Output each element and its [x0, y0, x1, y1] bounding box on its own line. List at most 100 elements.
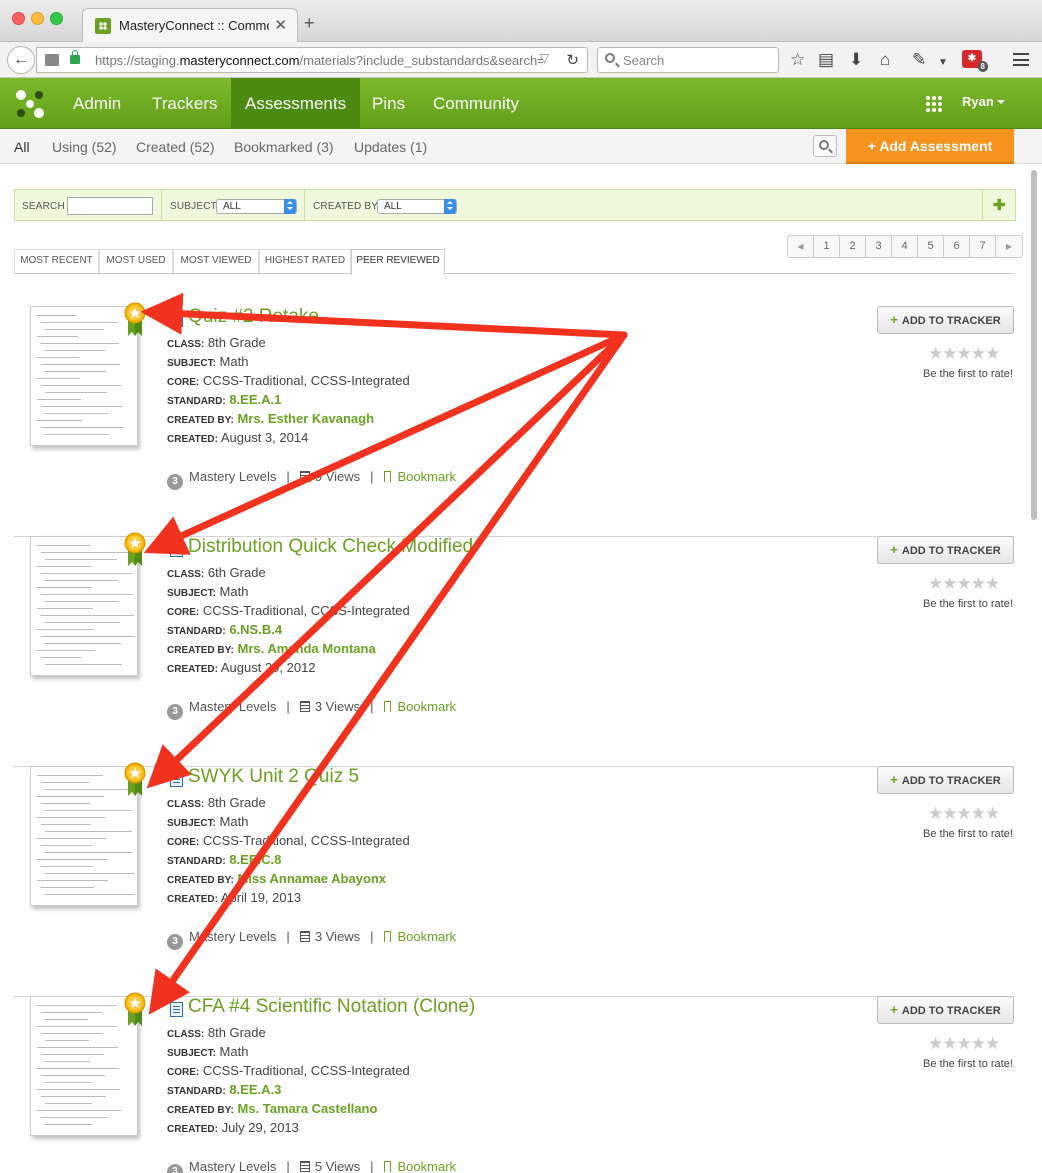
peer-reviewed-badge-icon [124, 532, 146, 566]
subnav-all[interactable]: All [14, 139, 30, 155]
new-tab-icon[interactable]: + [304, 13, 315, 34]
reload-icon[interactable]: ↻ [566, 51, 579, 69]
author-link[interactable]: Miss Annamae Abayonx [237, 871, 386, 886]
standard-label: STANDARD: [167, 626, 226, 637]
zoom-window-button[interactable] [50, 12, 63, 25]
footer-divider: | [286, 929, 290, 944]
mastery-levels-label: Mastery Levels [189, 1159, 277, 1173]
extension-dropdown-icon[interactable]: ▼ [938, 53, 948, 73]
subnav-created[interactable]: Created (52) [136, 139, 215, 155]
tab-most-viewed[interactable]: MOST VIEWED [173, 249, 259, 273]
extension-badge-icon[interactable]: ✱ 8 [962, 50, 988, 72]
url-bar[interactable]: https://staging.masteryconnect.com/mater… [36, 47, 588, 73]
assessment-thumbnail[interactable] [30, 996, 138, 1136]
thumbnail-text-line [41, 1012, 102, 1013]
add-assessment-button[interactable]: + Add Assessment [846, 129, 1014, 164]
tab-highest-rated[interactable]: HIGHEST RATED [259, 249, 351, 273]
add-to-tracker-button[interactable]: + ADD TO TRACKER [877, 306, 1014, 334]
subnav-using[interactable]: Using (52) [52, 139, 117, 155]
rating-stars[interactable]: ★★★★★ [928, 804, 1000, 824]
extension-icon[interactable]: ✎ [912, 50, 926, 70]
standard-link[interactable]: 8.EE.A.3 [229, 1082, 281, 1097]
assessment-thumbnail[interactable] [30, 306, 138, 446]
rate-prompt: Be the first to rate! [923, 828, 1013, 840]
subnav-search-button[interactable] [813, 135, 837, 157]
subject-value: Math [219, 354, 249, 369]
thumbnail-text-line [41, 1117, 107, 1118]
browser-tab[interactable]: MasteryConnect :: Commo... ✕ [82, 8, 298, 42]
author-link[interactable]: Ms. Tamara Castellano [237, 1101, 377, 1116]
plus-icon: + [890, 1002, 898, 1017]
bookmark-link[interactable]: Bookmark [398, 469, 457, 484]
download-icon[interactable]: ⬇ [849, 50, 863, 70]
rating-stars[interactable]: ★★★★★ [928, 1034, 1000, 1054]
close-window-button[interactable] [12, 12, 25, 25]
assessment-title[interactable]: SWYK Unit 2 Quiz 5 [188, 766, 359, 788]
masteryconnect-favicon-icon [95, 18, 111, 34]
page-info-icon[interactable] [45, 54, 59, 66]
thumbnail-text-line [41, 406, 122, 407]
add-to-tracker-button[interactable]: + ADD TO TRACKER [877, 766, 1014, 794]
bookmark-link[interactable]: Bookmark [398, 1159, 457, 1173]
reading-list-icon[interactable]: ▤ [818, 50, 834, 70]
thumbnail-text-line [41, 845, 92, 846]
author-link[interactable]: Mrs. Esther Kavanagh [237, 411, 374, 426]
assessment-thumbnail[interactable] [30, 766, 138, 906]
standard-link[interactable]: 6.NS.B.4 [229, 622, 282, 637]
bookmark-link[interactable]: Bookmark [398, 699, 457, 714]
nav-assessments[interactable]: Assessments [231, 78, 361, 129]
menu-icon[interactable] [1013, 53, 1029, 66]
bookmark-link[interactable]: Bookmark [398, 929, 457, 944]
chevron-down-icon[interactable] [997, 100, 1005, 104]
nav-community[interactable]: Community [433, 78, 519, 129]
thumbnail-text-line [41, 1054, 104, 1055]
sort-tabs: MOST RECENT MOST USED MOST VIEWED HIGHES… [14, 249, 1014, 275]
browser-titlebar: MasteryConnect :: Commo... ✕ + [0, 0, 1042, 42]
bookmark-star-icon[interactable]: ☆ [790, 50, 805, 70]
subnav-bookmarked[interactable]: Bookmarked (3) [234, 139, 334, 155]
url-text[interactable]: https://staging.masteryconnect.com/mater… [95, 53, 543, 68]
thumbnail-text-line [41, 1075, 105, 1076]
standard-link[interactable]: 8.EE.C.8 [229, 852, 281, 867]
assessment-title[interactable]: Distribution Quick Check Modified [188, 536, 473, 558]
assessment-title[interactable]: CFA #4 Scientific Notation (Clone) [188, 996, 475, 1018]
tab-most-used[interactable]: MOST USED [99, 249, 173, 273]
plus-icon[interactable]: ✚ [993, 196, 1006, 214]
tab-peer-reviewed[interactable]: PEER REVIEWED [351, 249, 445, 275]
nav-admin[interactable]: Admin [73, 78, 121, 129]
thumbnail-text-line [45, 852, 133, 853]
url-dropdown-icon[interactable]: ▽ [540, 51, 549, 65]
back-arrow-icon[interactable]: ← [7, 46, 35, 74]
search-filter-input[interactable] [67, 197, 153, 215]
minimize-window-button[interactable] [31, 12, 44, 25]
nav-pins[interactable]: Pins [372, 78, 405, 129]
assessment-thumbnail[interactable] [30, 536, 138, 676]
apps-grid-icon[interactable] [925, 95, 943, 113]
thumbnail-text-line [37, 775, 103, 776]
subject-select[interactable]: ALL [216, 199, 297, 214]
created-by-select[interactable]: ALL [377, 199, 457, 214]
assessment-title[interactable]: Quiz #2 Retake [188, 306, 319, 328]
assessment-item: CFA #4 Scientific Notation (Clone) CLASS… [14, 992, 1014, 1173]
thumbnail-text-line [41, 1033, 103, 1034]
home-icon[interactable]: ⌂ [880, 50, 890, 70]
tab-close-icon[interactable]: ✕ [274, 16, 287, 34]
subnav-updates[interactable]: Updates (1) [354, 139, 427, 155]
thumbnail-text-line [41, 824, 91, 825]
tab-most-recent[interactable]: MOST RECENT [14, 249, 99, 273]
browser-toolbar: ← https://staging.masteryconnect.com/mat… [0, 42, 1042, 78]
add-to-tracker-button[interactable]: + ADD TO TRACKER [877, 996, 1014, 1024]
masteryconnect-logo[interactable] [14, 88, 46, 120]
created-by-label: CREATED BY: [167, 645, 234, 656]
standard-link[interactable]: 8.EE.A.1 [229, 392, 281, 407]
author-link[interactable]: Mrs. Amanda Montana [237, 641, 375, 656]
add-to-tracker-button[interactable]: + ADD TO TRACKER [877, 536, 1014, 564]
rating-stars[interactable]: ★★★★★ [928, 344, 1000, 364]
page-scrollbar[interactable] [1031, 170, 1037, 520]
user-menu[interactable]: Ryan [962, 94, 994, 109]
thumbnail-text-line [45, 1040, 89, 1041]
rating-stars[interactable]: ★★★★★ [928, 574, 1000, 594]
nav-trackers[interactable]: Trackers [152, 78, 218, 129]
thumbnail-text-line [41, 1096, 106, 1097]
browser-search-input[interactable]: Search [597, 47, 779, 73]
